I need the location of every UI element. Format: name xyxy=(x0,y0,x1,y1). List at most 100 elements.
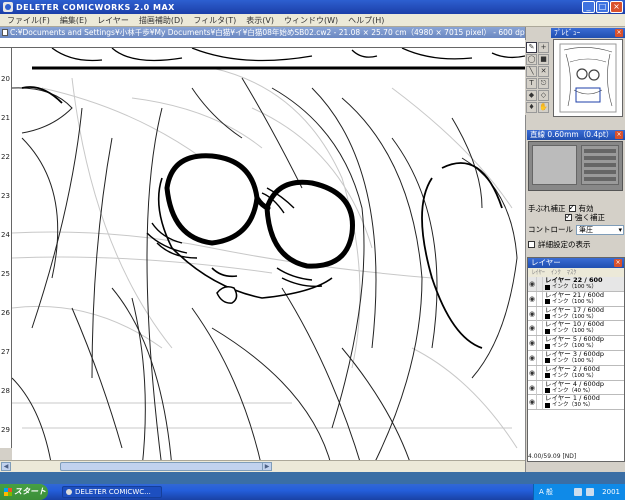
ime-indicator[interactable]: A 般 xyxy=(539,484,553,500)
brush-panel-title: 直線 0.60mm（0.4pt） xyxy=(530,130,614,139)
stroke-correction-label: 手ぶれ補正 xyxy=(528,204,566,213)
ink-swatch xyxy=(545,343,550,349)
pen-tool-icon[interactable]: ✎ xyxy=(526,42,537,53)
volume-icon[interactable] xyxy=(586,488,594,496)
control-label: コントロール xyxy=(528,225,573,234)
tray-icon[interactable] xyxy=(574,488,582,496)
control-row: コントロール 筆圧 xyxy=(528,224,624,235)
taskbar: スタート DELETER COMICWC... A 般 2001 xyxy=(0,484,625,500)
select-tool-icon[interactable]: ⎋ xyxy=(538,78,549,89)
ellipse-tool-icon[interactable]: ◯ xyxy=(526,54,537,65)
menu-filter[interactable]: フィルタ(T) xyxy=(188,15,241,26)
detail-checkbox[interactable] xyxy=(528,241,535,248)
ruler-number: 22 xyxy=(1,153,10,161)
brush-stroke-preview xyxy=(532,145,577,185)
ink-swatch xyxy=(545,284,550,290)
layer-row[interactable]: ◉ レイヤー 22 / 600 インク（100 %） xyxy=(528,277,624,292)
layer-name: レイヤー 2 / 600d xyxy=(545,365,600,373)
ruler-number: 28 xyxy=(1,387,10,395)
control-select[interactable]: 筆圧 xyxy=(576,224,624,235)
menu-drawing-aid[interactable]: 描画補助(D) xyxy=(134,15,188,26)
scroll-left-icon[interactable]: ◀ xyxy=(1,462,11,471)
layer-panel-title: レイヤー xyxy=(531,258,561,267)
tool-palette: ✎ + ◯ ■ ╲ ✕ T ⎋ ◆ ◇ ♦ ✋ xyxy=(525,40,551,115)
layer-row[interactable]: ◉ レイヤー 17 / 600d インク（100 %） xyxy=(528,306,624,322)
layer-row[interactable]: ◉ レイヤー 3 / 600dp インク（100 %） xyxy=(528,350,624,366)
eye-icon[interactable]: ◉ xyxy=(528,306,537,321)
close-icon[interactable]: × xyxy=(614,259,622,267)
layer-row[interactable]: ◉ レイヤー 2 / 600d インク（100 %） xyxy=(528,365,624,381)
drawing-canvas[interactable] xyxy=(12,48,525,468)
app-title: DELETER COMICWORKS 2.0 MAX xyxy=(16,2,175,12)
enabled-checkbox[interactable] xyxy=(568,203,576,212)
ink-swatch xyxy=(545,388,550,394)
brush-settings[interactable] xyxy=(528,141,623,191)
layer-row[interactable]: ◉ レイヤー 4 / 600dp インク（40 %） xyxy=(528,380,624,396)
app-title-bar: DELETER COMICWORKS 2.0 MAX _ □ × xyxy=(0,0,625,14)
close-icon[interactable]: × xyxy=(615,131,623,139)
menu-help[interactable]: ヘルプ(H) xyxy=(343,15,389,26)
layer-ink: インク（100 %） xyxy=(552,343,597,350)
app-icon[interactable] xyxy=(3,2,13,12)
start-button[interactable]: スタート xyxy=(0,484,48,500)
ruler-number: 24 xyxy=(1,231,10,239)
ruler-number: 21 xyxy=(1,114,10,122)
layer-ink: インク（100 %） xyxy=(552,313,597,320)
layer-ink: インク（100 %） xyxy=(552,357,597,364)
menu-layer[interactable]: レイヤー xyxy=(92,15,134,26)
eye-icon[interactable]: ◉ xyxy=(528,395,537,410)
scrollbar-thumb[interactable] xyxy=(60,462,270,471)
layer-ink: インク（30 %） xyxy=(552,402,594,409)
strong-correction-checkbox[interactable] xyxy=(565,212,572,221)
preview-panel-header: ﾌﾟﾚﾋﾞｭｰ × xyxy=(551,28,625,38)
layer-row[interactable]: ◉ レイヤー 21 / 600d インク（100 %） xyxy=(528,291,624,307)
document-title-bar: C:¥Documents and Settings¥小林千歩¥My Docume… xyxy=(0,27,525,38)
layer-row[interactable]: ◉ レイヤー 10 / 600d インク（100 %） xyxy=(528,321,624,337)
eraser-tool-icon[interactable]: ✕ xyxy=(538,66,549,77)
window-controls: _ □ × xyxy=(582,1,623,13)
lasso-tool-icon[interactable]: ◇ xyxy=(538,90,549,101)
tab-ink[interactable]: ｲﾝｸ xyxy=(551,268,561,277)
ruler-number: 27 xyxy=(1,348,10,356)
tab-layer[interactable]: ﾚｲﾔｰ xyxy=(532,268,545,277)
move-tool-icon[interactable]: + xyxy=(538,42,549,53)
close-icon[interactable]: × xyxy=(615,29,623,37)
tab-mask[interactable]: ﾏｽｸ xyxy=(567,268,577,277)
fill-tool-icon[interactable]: ■ xyxy=(538,54,549,65)
menu-edit[interactable]: 編集(E) xyxy=(55,15,92,26)
layer-row[interactable]: ◉ レイヤー 1 / 600d インク（30 %） xyxy=(528,395,624,411)
eye-icon[interactable]: ◉ xyxy=(528,365,537,380)
tone-tool-icon[interactable]: ◆ xyxy=(526,90,537,101)
eye-icon[interactable]: ◉ xyxy=(528,350,537,365)
layer-ink: インク（100 %） xyxy=(552,284,597,290)
eye-icon[interactable]: ◉ xyxy=(528,277,537,291)
menu-view[interactable]: 表示(V) xyxy=(241,15,279,26)
system-tray: A 般 2001 xyxy=(533,484,625,500)
gradient-tool-icon[interactable]: ♦ xyxy=(526,102,537,113)
eye-icon[interactable]: ◉ xyxy=(528,336,537,351)
detail-row: 詳細設定の表示 xyxy=(528,239,591,250)
preview-thumbnail[interactable] xyxy=(553,39,623,117)
eye-icon[interactable]: ◉ xyxy=(528,321,537,336)
line-tool-icon[interactable]: ╲ xyxy=(526,66,537,77)
detail-label: 詳細設定の表示 xyxy=(538,240,591,249)
menu-window[interactable]: ウィンドウ(W) xyxy=(279,15,343,26)
layer-row[interactable]: ◉ レイヤー 5 / 600dp インク（100 %） xyxy=(528,336,624,351)
layer-ink: インク（40 %） xyxy=(552,387,594,394)
menu-file[interactable]: ファイル(F) xyxy=(2,15,55,26)
maximize-button[interactable]: □ xyxy=(596,1,609,13)
text-tool-icon[interactable]: T xyxy=(526,78,537,89)
brush-size-list[interactable] xyxy=(581,145,619,185)
line-art xyxy=(12,48,525,468)
ruler-number: 23 xyxy=(1,192,10,200)
taskbar-app-button[interactable]: DELETER COMICWC... xyxy=(62,486,162,498)
minimize-button[interactable]: _ xyxy=(582,1,595,13)
eye-icon[interactable]: ◉ xyxy=(528,291,537,306)
strong-correction-row: 強く補正 xyxy=(565,212,605,223)
eye-icon[interactable]: ◉ xyxy=(528,380,537,395)
scroll-right-icon[interactable]: ▶ xyxy=(262,462,272,471)
hand-tool-icon[interactable]: ✋ xyxy=(538,102,549,113)
close-button[interactable]: × xyxy=(610,1,623,13)
horizontal-scrollbar[interactable]: ◀ ▶ xyxy=(0,460,525,472)
document-title: C:¥Documents and Settings¥小林千歩¥My Docume… xyxy=(10,28,525,37)
